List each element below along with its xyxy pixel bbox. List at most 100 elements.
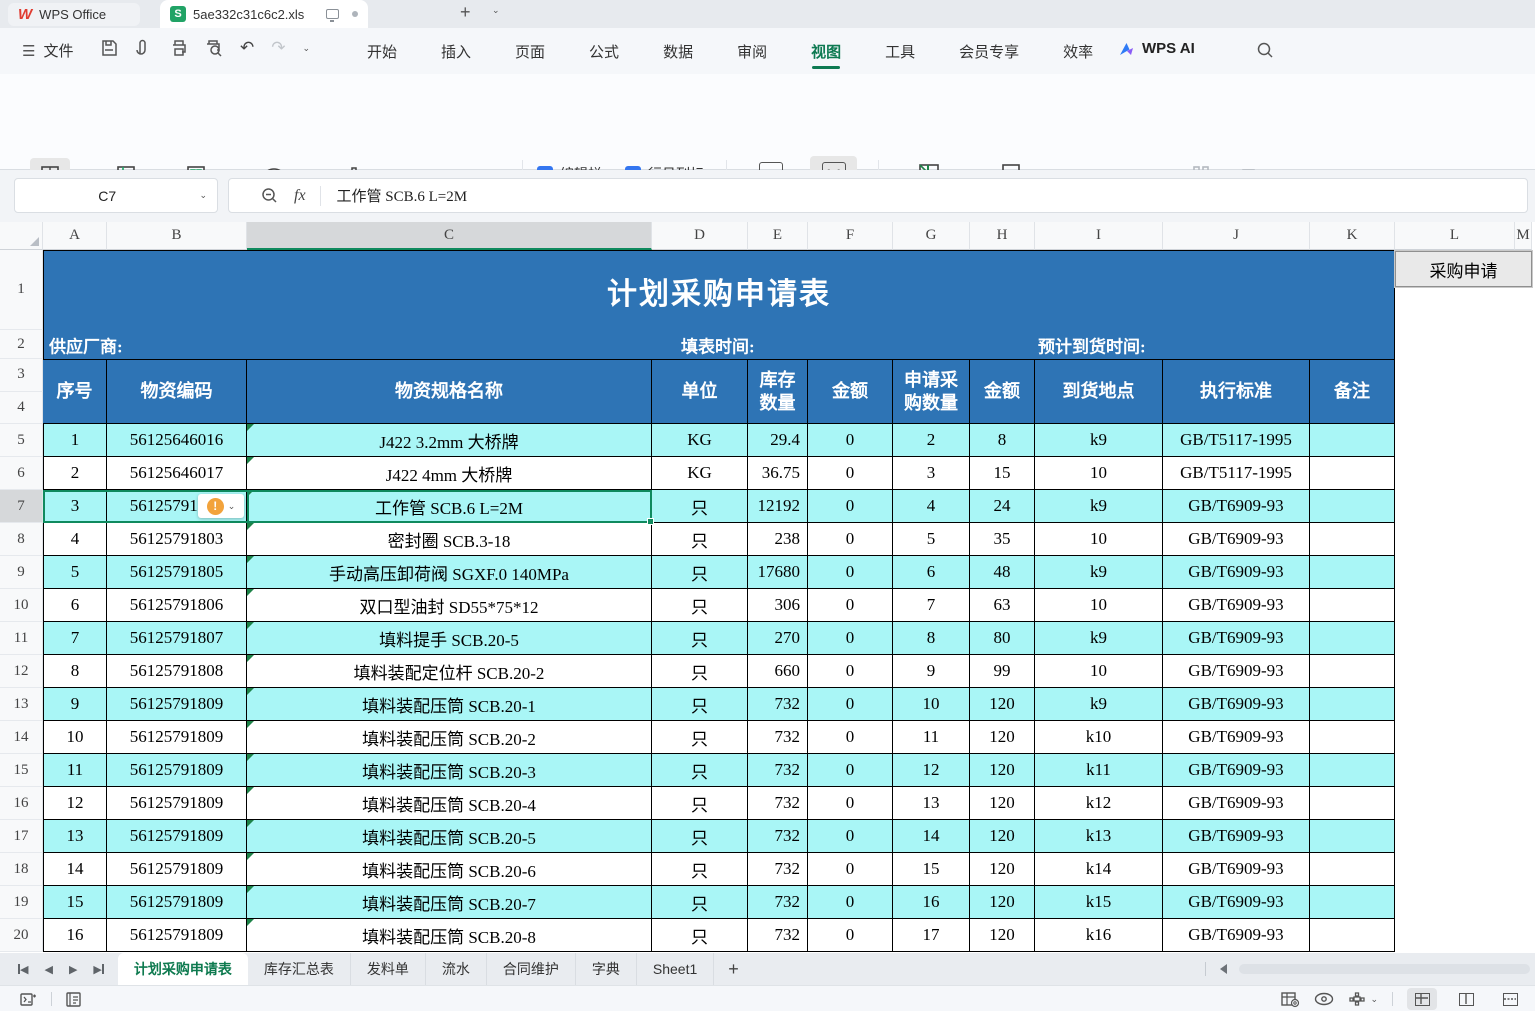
cell-C14[interactable]: 填料装配压筒 SCB.20-2 [247,721,652,754]
column-header-I[interactable]: I [1035,222,1163,250]
cell-D16[interactable]: 只 [652,787,748,820]
cell-D7[interactable]: 只 [652,490,748,523]
column-header-C[interactable]: C [247,222,652,250]
table-header-10[interactable]: 备注 [1310,359,1395,424]
sheet-tab-4[interactable]: 合同维护 [487,953,576,985]
cell-I8[interactable]: 10 [1035,523,1163,556]
table-header-5[interactable]: 金额 [808,359,893,424]
cell-G12[interactable]: 9 [893,655,970,688]
horizontal-scrollbar[interactable] [1239,964,1530,974]
table-header-8[interactable]: 到货地点 [1035,359,1163,424]
cell-F20[interactable]: 0 [808,919,893,952]
column-header-J[interactable]: J [1163,222,1310,250]
row-header-14[interactable]: 14 [0,721,43,754]
cell-K14[interactable] [1310,721,1395,754]
cell-F16[interactable]: 0 [808,787,893,820]
cell-I19[interactable]: k15 [1035,886,1163,919]
row-header-10[interactable]: 10 [0,589,43,622]
cell-D6[interactable]: KG [652,457,748,490]
cell-J19[interactable]: GB/T6909-93 [1163,886,1310,919]
cell-C6[interactable]: J422 4mm 大桥牌 [247,457,652,490]
sheet-tab-3[interactable]: 流水 [426,953,487,985]
column-header-B[interactable]: B [107,222,247,250]
cell-E8[interactable]: 238 [748,523,808,556]
undo-icon[interactable]: ↶ [240,38,254,58]
print-icon[interactable] [170,39,188,57]
column-header-F[interactable]: F [808,222,893,250]
cell-C8[interactable]: 密封圈 SCB.3-18 [247,523,652,556]
prev-sheet-icon[interactable]: ◀ [44,963,52,976]
cell-G16[interactable]: 13 [893,787,970,820]
cell-B13[interactable]: 56125791809 [107,688,247,721]
cell-K5[interactable] [1310,424,1395,457]
normal-view-icon[interactable] [1407,988,1437,1010]
cell-H6[interactable]: 15 [970,457,1035,490]
cell-C7[interactable]: 工作管 SCB.6 L=2M [247,490,652,523]
row-header-11[interactable]: 11 [0,622,43,655]
cell-B16[interactable]: 56125791809 [107,787,247,820]
table-header-0[interactable]: 序号 [43,359,107,424]
cell-B15[interactable]: 56125791809 [107,754,247,787]
file-menu[interactable]: ☰ 文件 [22,40,73,61]
cell-J10[interactable]: GB/T6909-93 [1163,589,1310,622]
cell-F9[interactable]: 0 [808,556,893,589]
menu-item-9[interactable]: 效率 [1041,30,1115,73]
cell-B9[interactable]: 56125791805 [107,556,247,589]
sheet-title[interactable]: 计划采购申请表 [43,250,1395,330]
cell-A16[interactable]: 12 [43,787,107,820]
cell-J11[interactable]: GB/T6909-93 [1163,622,1310,655]
cell-B20[interactable]: 56125791809 [107,919,247,952]
fx-icon[interactable]: fx [294,187,306,205]
cell-D9[interactable]: 只 [652,556,748,589]
row-header-17[interactable]: 17 [0,820,43,853]
cell-J20[interactable]: GB/T6909-93 [1163,919,1310,952]
cell-I20[interactable]: k16 [1035,919,1163,952]
cell-H10[interactable]: 63 [970,589,1035,622]
cell-H7[interactable]: 24 [970,490,1035,523]
menu-item-2[interactable]: 页面 [493,30,567,73]
cell-G11[interactable]: 8 [893,622,970,655]
scroll-left-icon[interactable] [1220,964,1227,974]
search-icon[interactable] [1256,41,1274,59]
cell-H16[interactable]: 120 [970,787,1035,820]
cell-A20[interactable]: 16 [43,919,107,952]
sheet-tab-0[interactable]: 计划采购申请表 [118,953,248,985]
cell-A15[interactable]: 11 [43,754,107,787]
cell-K13[interactable] [1310,688,1395,721]
table-header-1[interactable]: 物资编码 [107,359,247,424]
cell-G19[interactable]: 16 [893,886,970,919]
table-header-3[interactable]: 单位 [652,359,748,424]
cell-A18[interactable]: 14 [43,853,107,886]
highlight-icon[interactable]: ⌄ [1348,991,1378,1007]
cell-I15[interactable]: k11 [1035,754,1163,787]
cell-K12[interactable] [1310,655,1395,688]
cell-F12[interactable]: 0 [808,655,893,688]
cell-B10[interactable]: 56125791806 [107,589,247,622]
cell-G15[interactable]: 12 [893,754,970,787]
qat-more-chevron-icon[interactable]: ⌄ [303,43,311,54]
row-header-3[interactable]: 3 [0,359,43,392]
cell-A19[interactable]: 15 [43,886,107,919]
cell-H19[interactable]: 120 [970,886,1035,919]
cell-H14[interactable]: 120 [970,721,1035,754]
row-header-7[interactable]: 7 [0,490,43,523]
column-header-D[interactable]: D [652,222,748,250]
cell-E18[interactable]: 732 [748,853,808,886]
cell-J12[interactable]: GB/T6909-93 [1163,655,1310,688]
cell-D20[interactable]: 只 [652,919,748,952]
cell-H20[interactable]: 120 [970,919,1035,952]
column-header-K[interactable]: K [1310,222,1395,250]
macro-icon[interactable] [20,992,37,1007]
cell-F19[interactable]: 0 [808,886,893,919]
cell-J15[interactable]: GB/T6909-93 [1163,754,1310,787]
table-header-4[interactable]: 库存数量 [748,359,808,424]
cell-B17[interactable]: 56125791809 [107,820,247,853]
cell-G18[interactable]: 15 [893,853,970,886]
row-header-6[interactable]: 6 [0,457,43,490]
cell-J6[interactable]: GB/T5117-1995 [1163,457,1310,490]
cell-B11[interactable]: 56125791807 [107,622,247,655]
cell-C15[interactable]: 填料装配压筒 SCB.20-3 [247,754,652,787]
cell-A14[interactable]: 10 [43,721,107,754]
cell-I6[interactable]: 10 [1035,457,1163,490]
column-header-L[interactable]: L [1395,222,1515,250]
